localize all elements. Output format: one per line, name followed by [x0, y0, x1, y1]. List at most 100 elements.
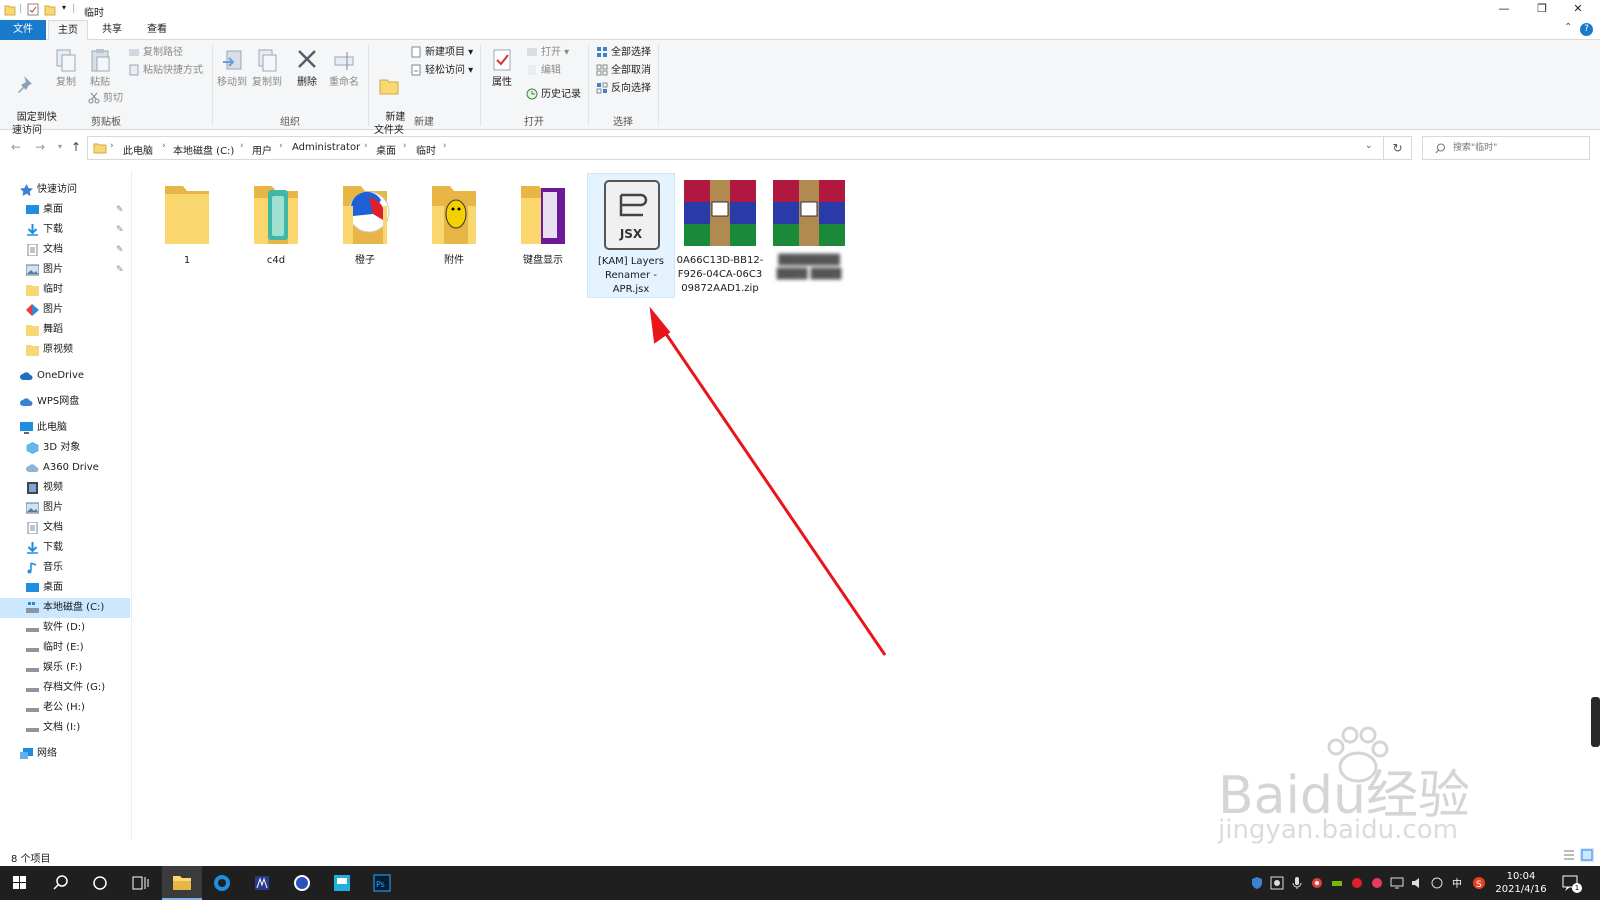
back-arrow-icon[interactable]: ← — [8, 139, 24, 155]
task-view-icon[interactable] — [120, 866, 160, 900]
select-all-button[interactable]: 全部选择 — [596, 45, 651, 61]
restore-button[interactable]: ❐ — [1524, 0, 1560, 20]
new-item-button[interactable]: 新建项目 ▾ — [410, 45, 473, 61]
side-scroll-handle[interactable] — [1591, 697, 1600, 747]
sidebar-item-a360-drive[interactable]: A360 Drive — [0, 458, 130, 478]
microphone-icon[interactable] — [1290, 876, 1304, 890]
easy-access-button[interactable]: 轻松访问 ▾ — [410, 63, 473, 79]
sidebar-item-drive-f[interactable]: 娱乐 (F:) — [0, 658, 130, 678]
sidebar-item-drive-d[interactable]: 软件 (D:) — [0, 618, 130, 638]
breadcrumb-temp[interactable]: 临时 — [416, 142, 436, 157]
sidebar-item-desktop[interactable]: 桌面 ✎ — [0, 200, 130, 220]
sidebar-item-original-video[interactable]: 原视频 — [0, 340, 130, 360]
sidebar-item-drive-g[interactable]: 存档文件 (G:) — [0, 678, 130, 698]
sidebar-item-drive-h[interactable]: 老公 (H:) — [0, 698, 130, 718]
properties-qa-icon[interactable] — [27, 3, 39, 16]
sidebar-item-pictures-2[interactable]: 图片 — [0, 300, 130, 320]
recent-locations-icon[interactable]: ▾ — [52, 139, 68, 155]
refresh-icon[interactable]: ↻ — [1384, 136, 1412, 160]
move-to-button[interactable]: 移动到 — [216, 48, 248, 89]
security-shield-icon[interactable] — [1250, 876, 1264, 890]
network-globe-icon[interactable] — [1430, 876, 1444, 890]
edge-browser-icon[interactable] — [202, 866, 242, 900]
copy-button[interactable]: 复制 — [52, 48, 80, 89]
nvidia-icon[interactable] — [1330, 876, 1344, 890]
sidebar-item-pc-documents[interactable]: 文档 — [0, 518, 130, 538]
tray-app-icon[interactable] — [1270, 876, 1284, 890]
sidebar-item-temp[interactable]: 临时 — [0, 280, 130, 300]
sidebar-item-onedrive[interactable]: OneDrive — [0, 366, 130, 386]
copy-path-button[interactable]: 复制路径 — [128, 45, 183, 61]
volume-icon[interactable] — [1410, 876, 1424, 890]
windows-start-icon[interactable] — [0, 866, 40, 900]
minimize-button[interactable]: — — [1486, 0, 1522, 20]
collapse-ribbon-icon[interactable]: ⌃ — [1564, 22, 1572, 33]
app-icon-m[interactable] — [242, 866, 282, 900]
invert-selection-button[interactable]: 反向选择 — [596, 81, 651, 97]
properties-button[interactable]: 属性 — [488, 48, 516, 89]
sidebar-item-this-pc[interactable]: 此电脑 — [0, 418, 130, 438]
cut-button[interactable]: 剪切 — [88, 91, 123, 107]
sidebar-item-documents[interactable]: 文档 ✎ — [0, 240, 130, 260]
navigation-pane[interactable]: 快速访问 桌面 ✎ 下载 ✎ 文档 ✎ 图片 ✎ 临时 图片 舞蹈 原视频 OneDri… — [0, 170, 132, 840]
delete-button[interactable]: 删除 — [294, 48, 320, 89]
cortana-icon[interactable] — [80, 866, 120, 900]
close-button[interactable]: ✕ — [1560, 0, 1596, 20]
breadcrumb-users[interactable]: 用户 — [252, 142, 272, 157]
details-view-icon[interactable] — [1563, 849, 1575, 861]
file-list[interactable]: 1 c4d 橙子 附件 键盘显示 JSX [KAM] Layers Rename… — [133, 170, 1600, 840]
sidebar-item-drive-e[interactable]: 临时 (E:) — [0, 638, 130, 658]
record-icon[interactable] — [1350, 876, 1364, 890]
sidebar-item-drive-i[interactable]: 文档 (I:) — [0, 718, 130, 738]
sidebar-item-quick-access[interactable]: 快速访问 — [0, 180, 130, 200]
select-none-button[interactable]: 全部取消 — [596, 63, 651, 79]
app-icon-cyan[interactable] — [322, 866, 362, 900]
search-input[interactable] — [1453, 140, 1583, 156]
open-button[interactable]: 打开 ▾ — [526, 45, 569, 61]
help-icon[interactable]: ? — [1580, 23, 1593, 36]
clock[interactable]: 10:04 2021/4/16 — [1490, 870, 1552, 896]
sidebar-item-pictures[interactable]: 图片 ✎ — [0, 260, 130, 280]
forward-arrow-icon[interactable]: → — [32, 139, 48, 155]
rename-button[interactable]: 重命名 — [328, 48, 360, 89]
breadcrumb-desktop[interactable]: 桌面 — [376, 142, 396, 157]
tab-home[interactable]: 主页 — [48, 20, 88, 41]
tab-file[interactable]: 文件 — [0, 20, 46, 40]
sidebar-item-pc-downloads[interactable]: 下载 — [0, 538, 130, 558]
sidebar-item-dance[interactable]: 舞蹈 — [0, 320, 130, 340]
edit-button[interactable]: 编辑 — [526, 63, 561, 79]
sidebar-item-music[interactable]: 音乐 — [0, 558, 130, 578]
ime-indicator[interactable]: 中 — [1452, 875, 1466, 890]
sidebar-item-wps-drive[interactable]: WPS网盘 — [0, 392, 130, 412]
sidebar-item-downloads[interactable]: 下载 ✎ — [0, 220, 130, 240]
history-button[interactable]: 历史记录 — [526, 87, 581, 103]
photoshop-icon[interactable]: Ps — [362, 866, 402, 900]
sidebar-item-network[interactable]: 网络 — [0, 744, 130, 764]
breadcrumb-this-pc[interactable]: 此电脑 — [123, 142, 153, 157]
action-center-button[interactable]: 1 — [1560, 873, 1582, 893]
tray-red-app-icon[interactable] — [1370, 876, 1384, 890]
search-icon[interactable] — [40, 866, 80, 900]
tab-view[interactable]: 查看 — [137, 20, 177, 40]
tab-share[interactable]: 共享 — [92, 20, 132, 40]
paste-shortcut-button[interactable]: 粘贴快捷方式 — [128, 63, 203, 79]
breadcrumb-administrator[interactable]: Administrator — [292, 142, 360, 153]
sidebar-item-videos[interactable]: 视频 — [0, 478, 130, 498]
breadcrumb-drive-c[interactable]: 本地磁盘 (C:) — [173, 142, 234, 157]
sidebar-item-pc-pictures[interactable]: 图片 — [0, 498, 130, 518]
sidebar-item-3d-objects[interactable]: 3D 对象 — [0, 438, 130, 458]
address-bar[interactable]: › 此电脑 › 本地磁盘 (C:) › 用户 › Administrator ›… — [87, 136, 1384, 160]
large-icons-view-icon[interactable] — [1580, 848, 1594, 862]
new-folder-qa-icon[interactable] — [44, 3, 56, 16]
copy-to-button[interactable]: 复制到 — [251, 48, 283, 89]
qa-dropdown-icon[interactable]: ▾ — [62, 3, 66, 16]
sidebar-item-drive-c[interactable]: 本地磁盘 (C:) — [0, 598, 130, 618]
address-dropdown-icon[interactable]: ⌄ — [1365, 141, 1373, 151]
taskbar-file-explorer[interactable] — [162, 866, 202, 900]
sogou-input-icon[interactable]: S — [1472, 876, 1486, 890]
paste-button[interactable]: 粘贴 — [86, 48, 114, 89]
search-box[interactable] — [1422, 136, 1590, 160]
baidu-netdisk-icon[interactable] — [282, 866, 322, 900]
sidebar-item-pc-desktop[interactable]: 桌面 — [0, 578, 130, 598]
tray-colorful-icon[interactable] — [1310, 876, 1324, 890]
